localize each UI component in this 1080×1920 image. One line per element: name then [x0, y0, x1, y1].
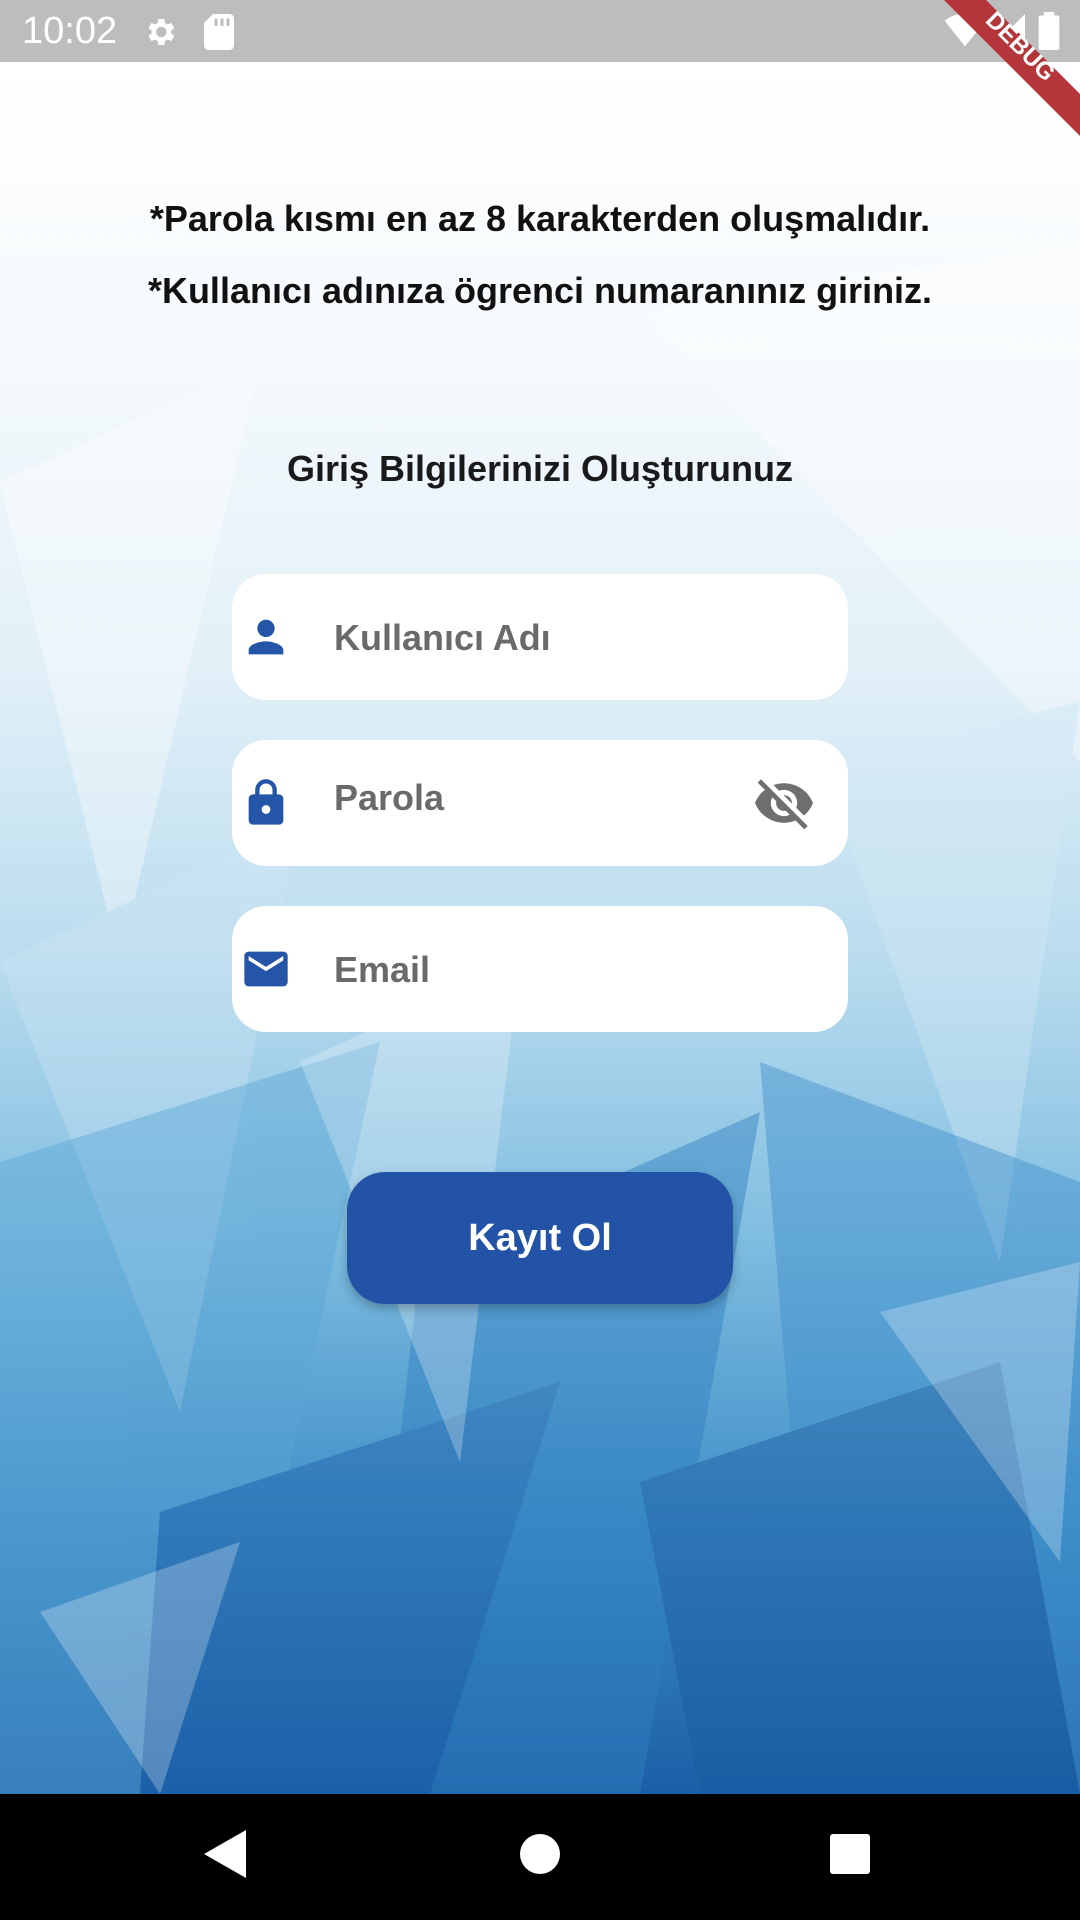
home-icon[interactable]	[520, 1830, 560, 1883]
username-input[interactable]	[332, 574, 756, 702]
register-button[interactable]: Kayıt Ol	[347, 1172, 733, 1304]
sd-card-icon	[204, 14, 234, 55]
password-field[interactable]	[232, 734, 848, 866]
email-input[interactable]	[332, 906, 756, 1034]
email-field[interactable]	[232, 906, 848, 1034]
app-background: *Parola kısmı en az 8 karakterden oluşma…	[0, 62, 1080, 1794]
username-field[interactable]	[232, 574, 848, 702]
eye-off-icon[interactable]	[752, 774, 816, 832]
instruction-password: *Parola kısmı en az 8 karakterden oluşma…	[149, 198, 931, 239]
cell-signal-icon	[990, 14, 1026, 53]
instruction-username: *Kullanıcı adınıza ögrenci numaranınız g…	[147, 270, 933, 311]
password-input[interactable]	[332, 734, 736, 862]
recents-icon[interactable]	[830, 1830, 870, 1883]
wifi-icon	[944, 13, 986, 53]
lock-icon	[240, 777, 292, 829]
instructions: *Parola kısmı en az 8 karakterden oluşma…	[0, 196, 1080, 340]
navigation-bar	[0, 1794, 1080, 1920]
person-icon	[240, 611, 292, 663]
back-icon[interactable]	[204, 1830, 246, 1883]
mail-icon	[240, 943, 292, 995]
battery-icon	[1038, 12, 1060, 55]
status-bar: 10:02	[0, 0, 1080, 62]
settings-icon	[142, 14, 178, 55]
status-time: 10:02	[22, 10, 118, 52]
form-title: Giriş Bilgilerinizi Oluşturunuz	[286, 448, 794, 489]
